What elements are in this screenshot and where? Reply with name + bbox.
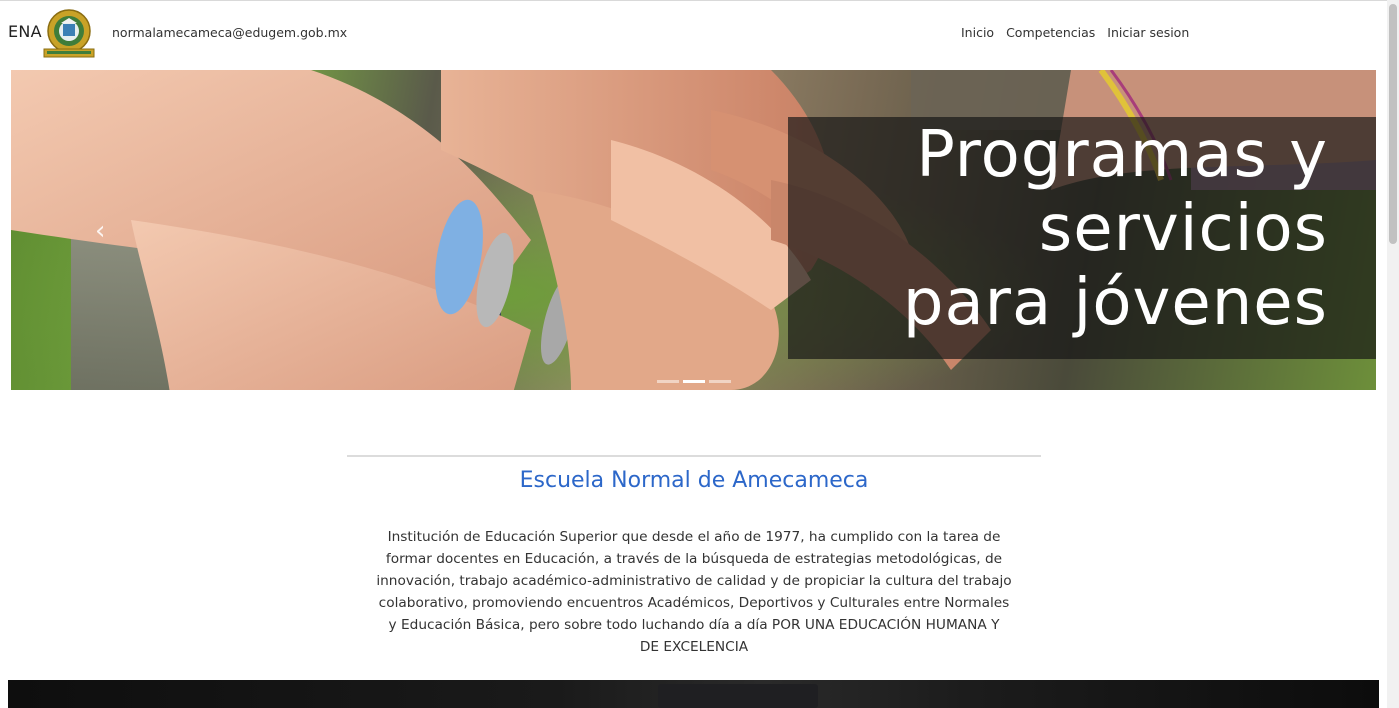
caption-line: Programas y [916, 118, 1328, 192]
carousel-indicator-1[interactable] [657, 380, 679, 383]
school-title: Escuela Normal de Amecameca [519, 468, 869, 493]
chevron-left-icon[interactable]: ‹ [95, 216, 105, 246]
description-line: DE EXCELENCIA [639, 639, 749, 655]
school-description: Institución de Educación Superior que de… [355, 526, 1033, 658]
carousel-indicators [657, 380, 731, 383]
nav-link-competencias[interactable]: Competencias [1006, 25, 1095, 40]
carousel-indicator-2[interactable] [683, 380, 705, 383]
school-logo[interactable] [43, 8, 95, 58]
nav-menu: Inicio Competencias Iniciar sesion [961, 25, 1189, 40]
caption-line: servicios [1038, 192, 1328, 266]
nav-link-inicio[interactable]: Inicio [961, 25, 994, 40]
scrollbar-thumb[interactable] [1389, 4, 1397, 244]
description-line: formar docentes en Educación, a través d… [385, 551, 1003, 567]
description-line: colaborativo, promoviendo encuentros Aca… [378, 595, 1010, 611]
page: ENA normalamecameca@edugem.gob.mx Inicio… [0, 0, 1399, 708]
keyboard-image [658, 684, 818, 708]
contact-email[interactable]: normalamecameca@edugem.gob.mx [112, 25, 347, 40]
description-line: innovación, trabajo académico-administra… [376, 573, 1012, 589]
description-line: Institución de Educación Superior que de… [387, 529, 1001, 545]
caption-line: para jóvenes [902, 266, 1328, 340]
page-scrollbar[interactable] [1387, 0, 1399, 708]
carousel-indicator-3[interactable] [709, 380, 731, 383]
description-line: y Educación Básica, pero sobre todo luch… [388, 617, 1000, 633]
hero-carousel[interactable]: Programas y servicios para jóvenes ‹ [11, 70, 1376, 390]
navbar: ENA normalamecameca@edugem.gob.mx Inicio… [0, 0, 1387, 64]
carousel-caption: Programas y servicios para jóvenes [788, 118, 1328, 340]
section-divider [347, 455, 1041, 457]
bottom-banner-image [8, 680, 1379, 708]
nav-link-iniciar-sesion[interactable]: Iniciar sesion [1107, 25, 1189, 40]
brand-text[interactable]: ENA [8, 22, 42, 41]
